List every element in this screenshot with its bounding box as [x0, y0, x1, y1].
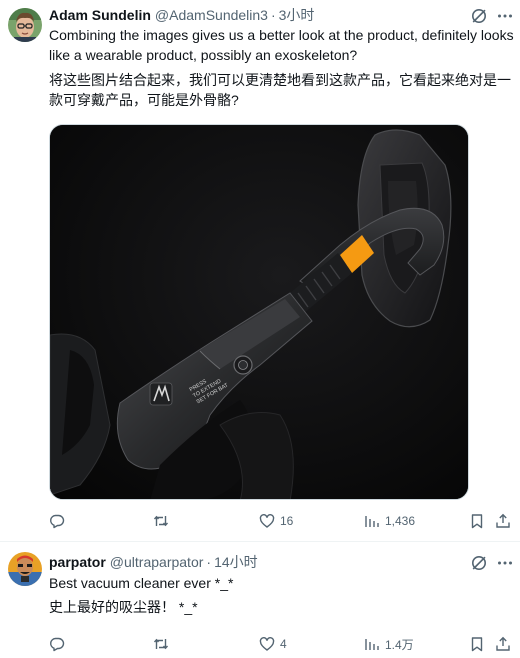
views-button[interactable]: 1,436	[364, 511, 415, 531]
share-button[interactable]	[495, 634, 511, 654]
separator-dot: ·	[206, 554, 212, 570]
bookmark-button[interactable]	[469, 511, 485, 531]
tweet-text-english: Combining the images gives us a better l…	[49, 27, 514, 63]
author-handle[interactable]: @AdamSundelin3	[155, 7, 268, 23]
share-icon	[496, 513, 510, 528]
author-name[interactable]: Adam Sundelin	[49, 7, 151, 23]
bookmark-icon	[471, 514, 483, 529]
view-count: 1.4万	[385, 637, 414, 652]
grok-icon[interactable]	[470, 554, 488, 572]
retweet-icon	[153, 515, 169, 527]
heart-icon	[259, 637, 275, 651]
avatar[interactable]	[8, 552, 42, 586]
tweet-header: parpator @ultraparpator · 14小时	[49, 553, 258, 571]
view-count: 1,436	[385, 514, 416, 528]
retweet-button[interactable]	[153, 634, 174, 654]
reply-button[interactable]	[49, 511, 70, 531]
tweet-header: Adam Sundelin @AdamSundelin3 · 3小时	[49, 6, 314, 24]
views-icon	[365, 516, 379, 527]
author-name[interactable]: parpator	[49, 554, 106, 570]
like-button[interactable]: 16	[259, 511, 293, 531]
bookmark-icon	[471, 637, 483, 652]
tweet-text-english: Best vacuum cleaner ever *_*	[49, 575, 234, 591]
share-button[interactable]	[495, 511, 511, 531]
reply-button[interactable]	[49, 634, 70, 654]
tweet-media-image[interactable]: PRESS TO EXTEND SET FOR BAT	[49, 124, 469, 500]
tweet-actions: 16 1,436	[49, 511, 515, 531]
more-icon[interactable]	[496, 7, 514, 25]
reply-icon	[50, 514, 65, 529]
author-handle[interactable]: @ultraparpator	[110, 554, 204, 570]
tweet-text-chinese: 史上最好的吸尘器！ *_*	[49, 599, 198, 615]
retweet-button[interactable]	[153, 511, 174, 531]
views-icon	[365, 639, 379, 650]
tweet-2[interactable]: parpator @ultraparpator · 14小时 Best vacu…	[0, 542, 520, 658]
like-button[interactable]: 4	[259, 634, 287, 654]
grok-icon[interactable]	[470, 7, 488, 25]
avatar[interactable]	[8, 8, 42, 42]
views-button[interactable]: 1.4万	[364, 634, 414, 654]
share-icon	[496, 636, 510, 651]
like-count: 4	[280, 637, 287, 651]
tweet-text-chinese: 将这些图片结合起来，我们可以更清楚地看到这款产品，它看起来绝对是一款可穿戴产品，…	[49, 72, 511, 108]
tweet-time[interactable]: 3小时	[279, 5, 315, 25]
more-icon[interactable]	[496, 554, 514, 572]
tweet-1[interactable]: Adam Sundelin @AdamSundelin3 · 3小时 Combi…	[0, 0, 520, 542]
heart-icon	[259, 514, 275, 528]
reply-icon	[50, 637, 65, 652]
separator-dot: ·	[270, 7, 276, 23]
tweet-actions: 4 1.4万	[49, 634, 515, 654]
retweet-icon	[153, 638, 169, 650]
like-count: 16	[280, 514, 294, 528]
bookmark-button[interactable]	[469, 634, 485, 654]
tweet-time[interactable]: 14小时	[214, 552, 258, 572]
